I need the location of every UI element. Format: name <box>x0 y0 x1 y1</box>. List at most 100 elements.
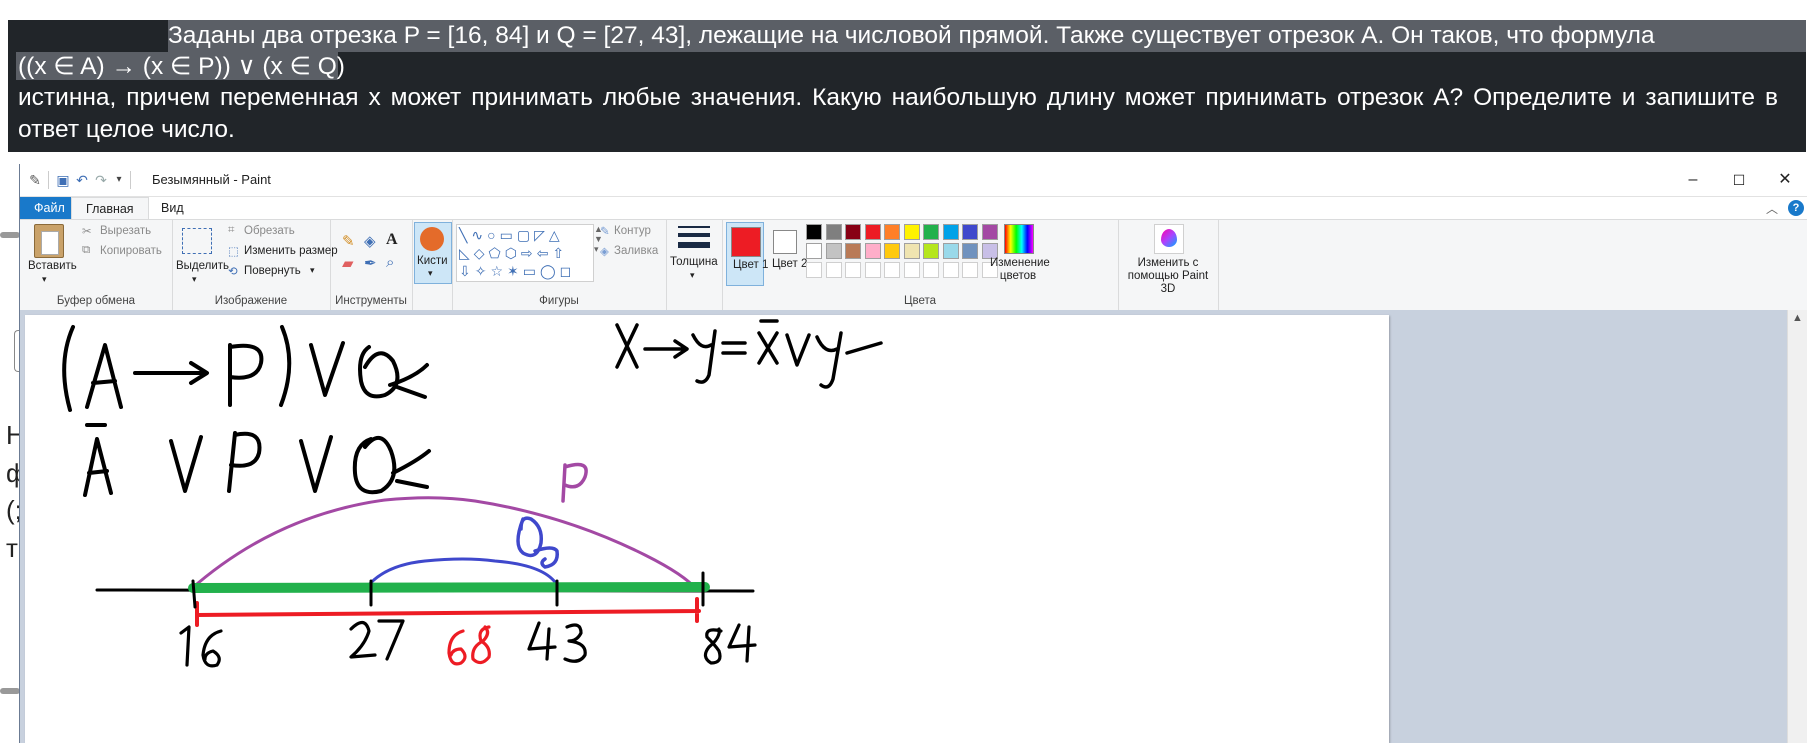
tab-view[interactable]: Вид <box>147 197 198 219</box>
ribbon: Вставить ▾ ✂ Вырезать ⧉ Копировать Буфер… <box>20 219 1807 311</box>
palette-swatch[interactable] <box>942 262 959 278</box>
palette-swatch[interactable] <box>825 243 842 259</box>
crop-icon: ⌗ <box>228 224 235 236</box>
tab-file[interactable]: Файл <box>20 197 79 219</box>
crop-button[interactable]: Обрезать <box>244 225 295 237</box>
palette-swatch[interactable] <box>923 262 939 278</box>
palette-swatch[interactable] <box>884 243 900 259</box>
paint-app-icon: ✎ <box>29 172 41 188</box>
paint3d-button[interactable]: Изменить с помощью Paint 3D <box>1120 257 1216 296</box>
magnifier-icon[interactable]: ⌕ <box>386 254 394 271</box>
color2-button[interactable]: Цвет 2 <box>766 222 807 284</box>
paint3d-icon[interactable] <box>1154 224 1184 254</box>
brushes-group: Кисти ▾ <box>412 220 453 310</box>
palette-swatch[interactable] <box>884 224 900 240</box>
paste-button[interactable]: Вставить <box>28 260 77 272</box>
customize-toolbar-icon[interactable]: ▾ <box>111 172 127 188</box>
palette-swatch[interactable] <box>806 224 822 240</box>
colors-group: Цвет 1 Цвет 2 Изменение цветов Цвета <box>722 220 1119 310</box>
minimize-button[interactable]: – <box>1670 164 1716 196</box>
palette-swatch[interactable] <box>962 243 978 259</box>
cut-button[interactable]: Вырезать <box>100 225 151 237</box>
size-button[interactable]: Толщина <box>670 256 718 268</box>
formula-2-ink <box>83 423 431 497</box>
palette-swatch[interactable] <box>845 224 861 240</box>
pencil-icon[interactable]: ✎ <box>342 232 355 250</box>
tab-home[interactable]: Главная <box>71 197 149 220</box>
palette-swatch[interactable] <box>806 243 822 259</box>
brush-icon <box>420 227 444 251</box>
clipboard-group-label: Буфер обмена <box>56 295 136 307</box>
cut-icon: ✂ <box>82 226 92 238</box>
copy-icon: ⧉ <box>82 244 91 256</box>
vertical-scrollbar[interactable]: ▲ <box>1787 310 1807 743</box>
palette-swatch[interactable] <box>806 262 822 278</box>
color1-button[interactable]: Цвет 1 <box>726 222 768 286</box>
edit-colors-button[interactable]: Изменение цветов <box>990 257 1050 283</box>
palette-swatch[interactable] <box>884 262 900 278</box>
shapes-gallery[interactable]: ╲∿○▭▢◸△ ◺◇⬠⬡⇨⇦⇧ ⇩✧☆✶▭◯◻ <box>456 224 594 282</box>
fill-shape-icon: ◈ <box>600 246 609 258</box>
tools-group: ✎ ◈ A ▰ ✒ ⌕ Инструменты <box>330 220 413 310</box>
maximize-button[interactable]: ☐ <box>1716 164 1762 196</box>
select-button[interactable]: Выделить <box>176 260 229 272</box>
color-picker-icon[interactable]: ✒ <box>364 254 377 272</box>
color1-label: Цвет 1 <box>733 259 769 271</box>
select-icon[interactable] <box>182 228 212 254</box>
palette-swatch[interactable] <box>962 262 978 278</box>
paste-icon[interactable] <box>34 224 64 258</box>
brushes-label: Кисти <box>417 255 448 267</box>
background-bar-2 <box>0 688 20 694</box>
palette-swatch[interactable] <box>942 224 959 240</box>
palette-swatch[interactable] <box>962 224 978 240</box>
close-button[interactable]: ✕ <box>1762 164 1807 196</box>
shapes-group-label: Фигуры <box>539 295 579 307</box>
brushes-button[interactable]: Кисти ▾ <box>414 222 452 284</box>
collapse-ribbon-icon[interactable]: ︿ <box>1766 200 1778 217</box>
color2-label: Цвет 2 <box>772 258 808 270</box>
resize-button[interactable]: Изменить размер <box>244 245 338 257</box>
palette-swatch[interactable] <box>864 262 881 278</box>
palette-swatch[interactable] <box>845 262 861 278</box>
q-label-ink <box>516 516 559 569</box>
size-group: Толщина ▾ <box>666 220 723 310</box>
palette-swatch[interactable] <box>903 262 920 278</box>
background-bar <box>0 232 20 238</box>
palette-swatch[interactable] <box>903 243 920 259</box>
text-icon[interactable]: A <box>386 231 398 249</box>
drawing-canvas[interactable] <box>25 315 1389 743</box>
palette-swatch[interactable] <box>923 243 939 259</box>
palette-swatch[interactable] <box>942 243 959 259</box>
tick-27-ink <box>349 619 405 661</box>
outline-button[interactable]: Контур <box>614 225 651 237</box>
palette-swatch[interactable] <box>825 224 842 240</box>
help-icon[interactable]: ? <box>1788 200 1804 216</box>
colors-group-label: Цвета <box>903 295 937 307</box>
color1-swatch <box>731 227 761 257</box>
palette-swatch[interactable] <box>825 262 842 278</box>
color-palette <box>806 224 1002 284</box>
palette-swatch[interactable] <box>845 243 861 259</box>
background-text-4: т <box>6 533 18 563</box>
identity-ink <box>615 319 883 389</box>
palette-swatch[interactable] <box>864 243 881 259</box>
eraser-icon[interactable]: ▰ <box>342 254 354 272</box>
palette-swatch[interactable] <box>864 224 881 240</box>
p-label-ink <box>561 462 588 503</box>
redo-icon[interactable]: ↷ <box>93 172 109 188</box>
answer-68-ink <box>447 625 491 666</box>
palette-swatch[interactable] <box>981 224 998 240</box>
task-line-3: истинна, причем переменная x может прини… <box>18 84 1778 143</box>
save-icon[interactable]: ▣ <box>55 172 71 188</box>
rotate-button[interactable]: Повернуть <box>244 265 301 277</box>
fill-icon[interactable]: ◈ <box>364 232 376 250</box>
palette-swatch[interactable] <box>923 224 939 240</box>
edit-colors-icon[interactable] <box>1004 224 1034 254</box>
ribbon-tabs: Файл Главная Вид ︿ ? <box>20 197 1807 220</box>
palette-swatch[interactable] <box>903 224 920 240</box>
title-bar: ✎ ▣ ↶ ↷ ▾ Безымянный - Paint – ☐ ✕ <box>20 164 1807 197</box>
rotate-icon: ⟲ <box>228 266 238 278</box>
undo-icon[interactable]: ↶ <box>74 172 90 188</box>
copy-button[interactable]: Копировать <box>100 245 162 257</box>
fill-shape-button[interactable]: Заливка <box>614 245 658 257</box>
